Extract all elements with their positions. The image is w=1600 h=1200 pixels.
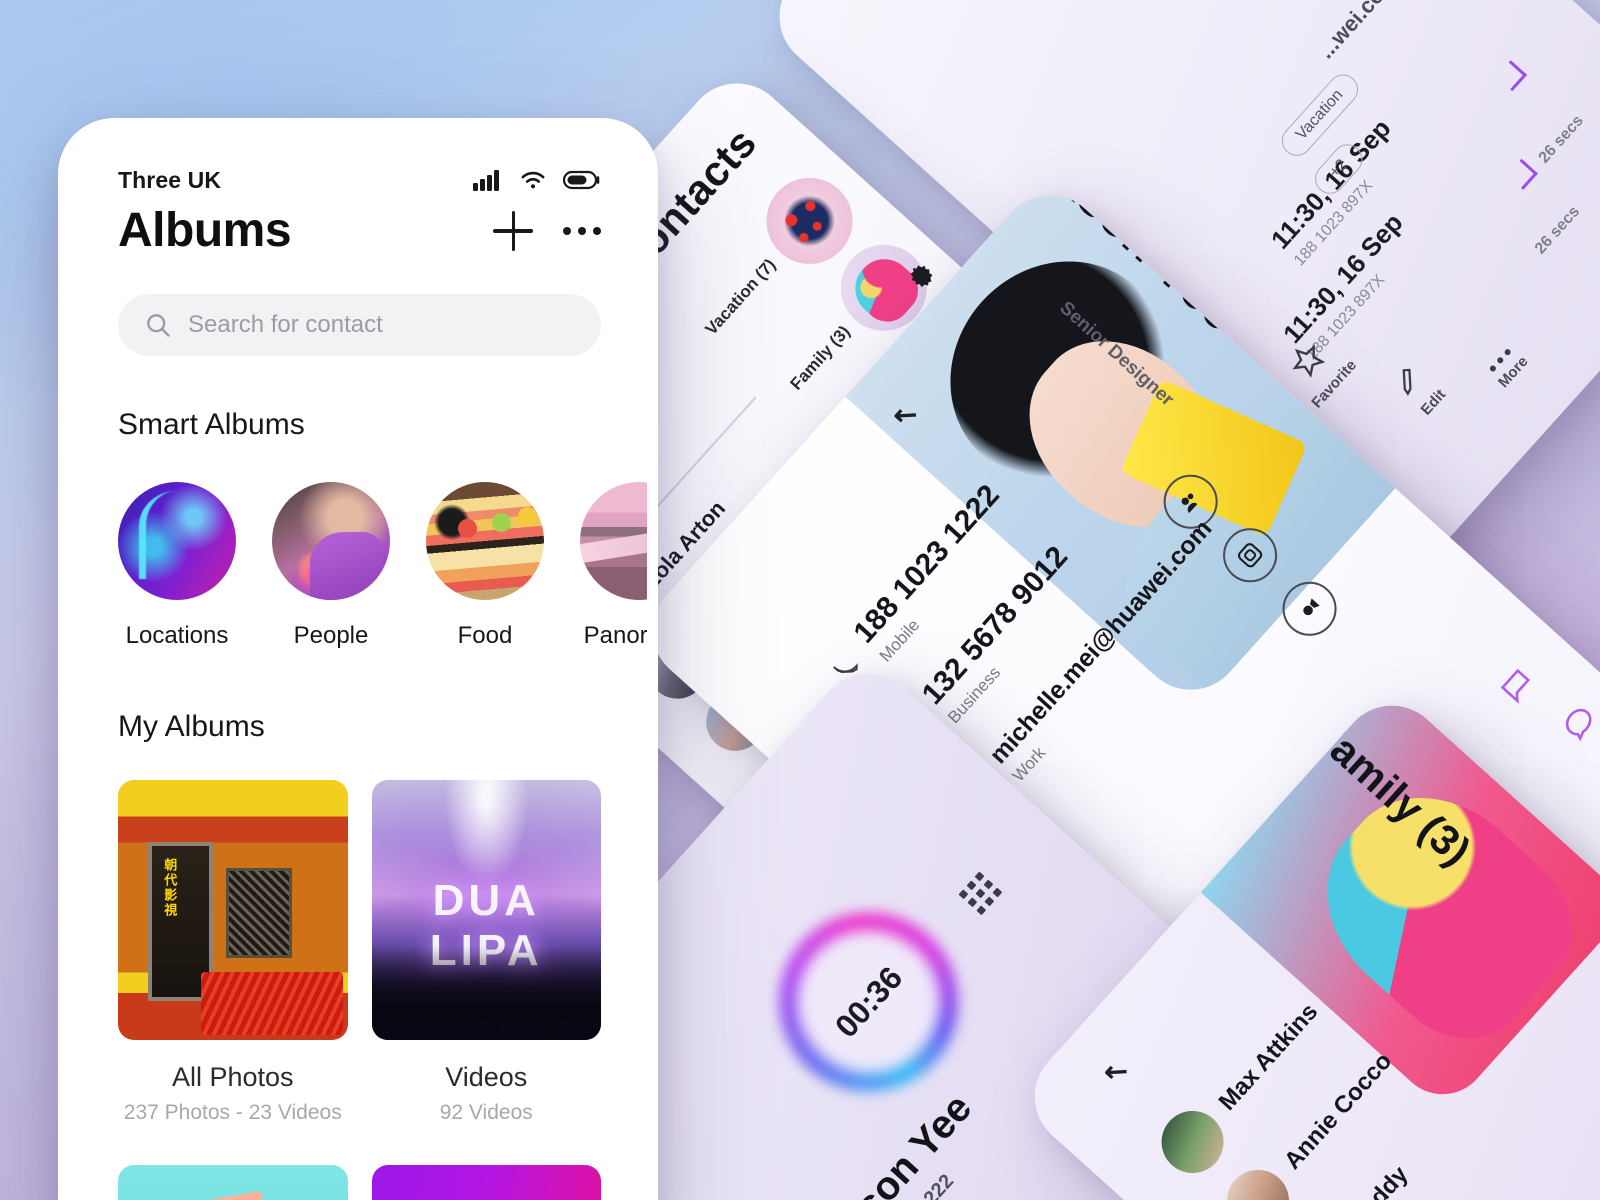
crowd-silhouette <box>371 946 601 1040</box>
smart-album-food[interactable]: Food <box>426 482 544 650</box>
video-call-icon <box>1303 598 1320 616</box>
keypad-icon[interactable] <box>958 871 1003 916</box>
album-subtitle: 237 Photos - 23 Videos <box>123 1101 342 1124</box>
album-thumbnail <box>371 1165 601 1200</box>
smart-album-label: People <box>293 622 369 649</box>
albums-screen: Three UK Albums Search for contact Smart… <box>69 129 647 1200</box>
member-name: Daddy <box>1344 1160 1414 1200</box>
call-log-duration: 26 secs <box>1531 203 1584 258</box>
add-album-button[interactable] <box>493 210 533 251</box>
album-thumbnail <box>426 482 544 600</box>
search-icon <box>147 314 170 337</box>
signage-text: 朝代影視 <box>161 858 177 918</box>
smart-album-label: Food <box>457 622 513 649</box>
scan-corner-icon <box>1506 158 1538 190</box>
group-label: Vacation (7) <box>701 255 780 339</box>
back-arrow-icon[interactable]: ↖ <box>1095 1052 1135 1092</box>
bench-shape <box>200 972 343 1035</box>
scan-corner-icon <box>1496 60 1528 92</box>
email-fragment: ...wei.com <box>1313 0 1403 64</box>
more-icon <box>593 226 601 235</box>
mockup-stage: 11:30, 16 Sep 188 1023 897X 11:30, 16 Se… <box>0 0 1600 1200</box>
album-name: Videos <box>445 1062 528 1092</box>
wifi-icon <box>521 171 545 189</box>
signal-bars-icon <box>473 170 499 191</box>
smart-album-panorama[interactable]: Panorama <box>580 482 647 650</box>
my-albums-grid: 朝代影視 All Photos 237 Photos - 23 Videos D… <box>69 780 647 1125</box>
more-button[interactable]: More <box>1486 345 1532 391</box>
album-thumbnail: DUA LIPA <box>371 780 601 1040</box>
more-icon <box>578 226 586 235</box>
status-bar: Three UK <box>69 129 647 193</box>
page-title: Albums <box>118 204 292 257</box>
more-icon <box>563 226 571 235</box>
smart-album-label: Locations <box>125 622 229 649</box>
call-log-duration: 26 secs <box>1535 112 1587 167</box>
album-thumbnail: 朝代影視 <box>118 780 348 1040</box>
album-card-all-photos[interactable]: 朝代影視 All Photos 237 Photos - 23 Videos <box>118 780 348 1125</box>
album-thumbnail <box>118 1165 348 1200</box>
album-thumbnail <box>272 482 390 600</box>
my-albums-grid-row2 <box>69 1165 647 1200</box>
edit-label: Edit <box>1417 386 1450 419</box>
smart-albums-row[interactable]: Locations People Food Panorama <box>69 482 647 650</box>
call-timer: 00:36 <box>827 959 909 1045</box>
star-icon <box>1292 344 1326 378</box>
page-header: Albums <box>69 191 647 258</box>
smart-album-people[interactable]: People <box>272 482 390 650</box>
main-phone: Three UK Albums Search for contact Smart… <box>58 118 658 1200</box>
more-options-button[interactable] <box>563 219 601 243</box>
search-input[interactable]: Search for contact <box>118 294 601 356</box>
album-card-next-1[interactable] <box>118 1165 348 1200</box>
battery-icon <box>563 170 600 190</box>
carrier-label: Three UK <box>118 166 222 193</box>
smart-album-locations[interactable]: Locations <box>118 482 236 650</box>
search-placeholder: Search for contact <box>188 311 383 338</box>
smart-albums-title: Smart Albums <box>118 408 305 441</box>
my-albums-title: My Albums <box>118 710 265 743</box>
group-label: Family (3) <box>786 321 854 394</box>
album-card-next-2[interactable] <box>371 1165 601 1200</box>
chat-icon[interactable] <box>1556 699 1600 747</box>
album-name: All Photos <box>171 1062 294 1092</box>
album-thumbnail <box>580 482 647 600</box>
album-subtitle: 92 Videos <box>439 1101 533 1124</box>
video-call-button[interactable] <box>1271 570 1348 647</box>
pencil-icon <box>1402 368 1412 396</box>
avatar <box>1148 1098 1237 1186</box>
smart-album-label: Panorama <box>583 622 647 649</box>
edit-button[interactable]: Edit <box>1384 356 1450 420</box>
message-icon[interactable] <box>1493 662 1541 710</box>
album-card-videos[interactable]: DUA LIPA Videos 92 Videos <box>371 780 601 1125</box>
album-thumbnail <box>118 482 236 600</box>
